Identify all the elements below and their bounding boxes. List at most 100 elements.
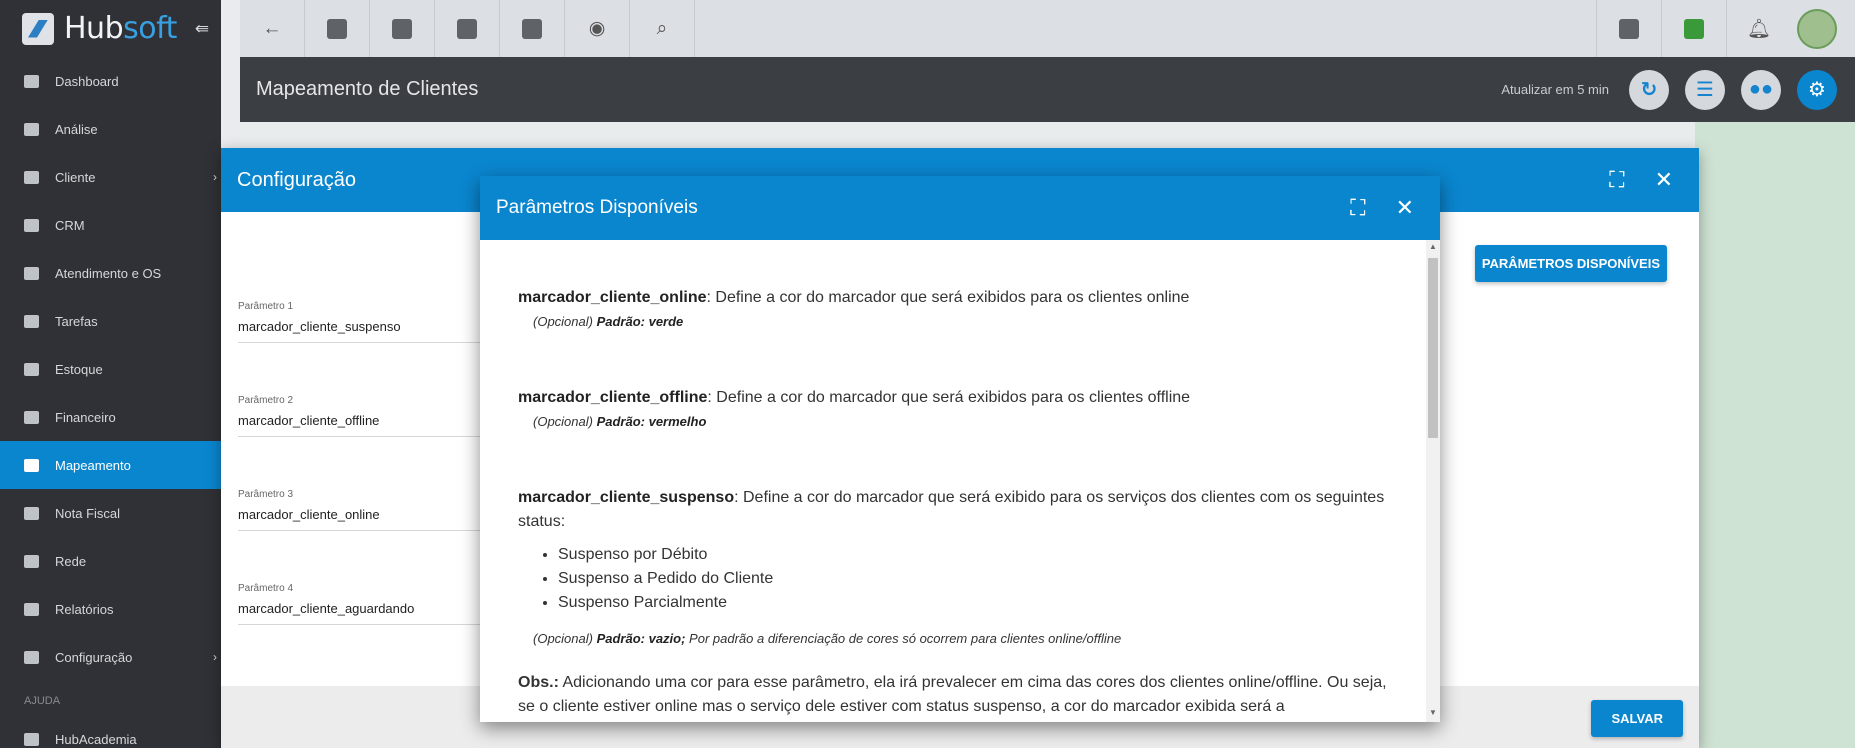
map-terrain [1695, 122, 1855, 748]
search-icon: ⌕ [656, 17, 668, 39]
refresh-interval-select[interactable]: Atualizar em 5 min [1501, 82, 1609, 97]
sidebar-item-tarefas[interactable]: Tarefas [0, 297, 221, 345]
save-button[interactable]: SALVAR [1591, 700, 1683, 737]
fullscreen-icon[interactable]: ⛶ [1609, 167, 1624, 193]
view-button[interactable]: ◉ [565, 0, 630, 57]
list-item: Suspenso a Pedido do Cliente [558, 567, 1388, 591]
sidebar-section-help: AJUDA [24, 695, 61, 707]
status-list: Suspenso por Débito Suspenso a Pedido do… [558, 543, 1388, 615]
param-input[interactable]: marcador_cliente_suspenso [238, 319, 498, 343]
logo-bar: Hubsoft ⇚ [0, 0, 221, 57]
user-avatar[interactable] [1797, 8, 1837, 49]
terminal-button[interactable] [500, 0, 565, 57]
finance-button[interactable] [435, 0, 500, 57]
sidebar-item-relatorios[interactable]: Relatórios [0, 585, 221, 633]
back-button[interactable]: ← [240, 0, 305, 57]
sidebar-item-configuracao[interactable]: Configuração › [0, 633, 221, 681]
sidebar-item-dashboard[interactable]: Dashboard [0, 57, 221, 105]
sidebar-item-nota-fiscal[interactable]: Nota Fiscal [0, 489, 221, 537]
calendar-clock-icon [392, 18, 412, 39]
params-modal-title: Parâmetros Disponíveis [496, 197, 698, 218]
top-toolbar: ← ◉ ⌕ 🔔︎ [240, 0, 1855, 57]
settings-button[interactable]: ⚙ [1797, 69, 1837, 110]
param-field-2[interactable]: Parâmetro 2 marcador_cliente_offline [238, 395, 498, 437]
chat-button[interactable] [1661, 0, 1726, 57]
params-modal-body: marcador_cliente_online: Define a cor do… [480, 240, 1426, 722]
pdf-file-icon [1619, 18, 1639, 39]
dollar-icon [457, 18, 477, 39]
users-icon: ●● [1748, 78, 1774, 100]
sidebar-item-mapeamento[interactable]: Mapeamento [0, 441, 221, 489]
param-doc-default: (Opcional) Padrão: vermelho [533, 414, 707, 429]
tasks-icon [24, 314, 39, 328]
sidebar-item-financeiro[interactable]: Financeiro [0, 393, 221, 441]
sidebar-item-label: HubAcademia [55, 731, 137, 747]
contact-card-button[interactable] [305, 0, 370, 57]
box-icon [24, 362, 39, 376]
scroll-down-icon[interactable]: ▼ [1426, 708, 1440, 720]
academy-icon [24, 732, 39, 746]
calendar-clock-icon [24, 266, 39, 280]
params-modal-header: Parâmetros Disponíveis ⛶ ✕ [480, 176, 1440, 240]
sidebar-item-label: Relatórios [55, 601, 114, 617]
sidebar-item-cliente[interactable]: Cliente › [0, 153, 221, 201]
available-params-button[interactable]: PARÂMETROS DISPONÍVEIS [1474, 245, 1667, 282]
users-button[interactable]: ●● [1741, 69, 1781, 110]
bell-icon: 🔔︎ [1746, 18, 1772, 40]
pdf-button[interactable] [1596, 0, 1661, 57]
param-doc-default: (Opcional) Padrão: verde [533, 314, 684, 329]
param-label: Parâmetro 1 [238, 301, 294, 312]
collapse-sidebar-icon[interactable]: ⇚ [195, 19, 209, 39]
config-modal-actions: ⛶ ✕ [1609, 167, 1673, 193]
close-icon[interactable]: ✕ [1396, 195, 1414, 221]
list-view-button[interactable]: ☰ [1685, 69, 1725, 110]
sidebar-item-estoque[interactable]: Estoque [0, 345, 221, 393]
param-label: Parâmetro 4 [238, 583, 294, 594]
map-pin-icon [24, 458, 39, 472]
param-field-4[interactable]: Parâmetro 4 marcador_cliente_aguardando [238, 583, 498, 625]
brand-name: Hubsoft [64, 11, 177, 46]
terminal-icon [522, 18, 542, 39]
sidebar-item-analise[interactable]: Análise [0, 105, 221, 153]
notifications-button[interactable]: 🔔︎ [1726, 0, 1791, 57]
close-icon[interactable]: ✕ [1655, 167, 1673, 193]
sidebar-nav: Dashboard Análise Cliente › CRM Atendimen… [0, 57, 221, 681]
sidebar-item-label: Análise [55, 121, 98, 137]
param-input[interactable]: marcador_cliente_aguardando [238, 601, 498, 625]
page-header: Mapeamento de Clientes Atualizar em 5 mi… [240, 57, 1855, 122]
chevron-right-icon: › [213, 650, 217, 664]
param-label: Parâmetro 3 [238, 489, 294, 500]
sidebar-item-label: Rede [55, 553, 87, 569]
hubsoft-logo-icon [22, 12, 54, 45]
sidebar-item-crm[interactable]: CRM [0, 201, 221, 249]
fullscreen-icon[interactable]: ⛶ [1350, 195, 1365, 221]
params-modal-scrollbar[interactable]: ▲ ▼ [1426, 240, 1440, 722]
sidebar-item-rede[interactable]: Rede [0, 537, 221, 585]
sidebar-item-label: Financeiro [55, 409, 116, 425]
params-modal: Parâmetros Disponíveis ⛶ ✕ marcador_clie… [480, 176, 1440, 722]
sidebar-item-hubacademia[interactable]: HubAcademia [0, 715, 221, 748]
search-button[interactable]: ⌕ [630, 0, 695, 57]
list-item: Suspenso por Débito [558, 543, 1388, 567]
param-field-3[interactable]: Parâmetro 3 marcador_cliente_online [238, 489, 498, 531]
param-doc-name: marcador_cliente_suspenso [518, 489, 735, 506]
calendar-button[interactable] [370, 0, 435, 57]
param-label: Parâmetro 2 [238, 395, 294, 406]
scroll-up-icon[interactable]: ▲ [1426, 242, 1440, 254]
refresh-icon: ↻ [1640, 79, 1658, 101]
money-icon [24, 410, 39, 424]
param-input[interactable]: marcador_cliente_offline [238, 413, 498, 437]
refresh-button[interactable]: ↻ [1629, 69, 1669, 110]
scrollbar-thumb[interactable] [1428, 258, 1438, 438]
param-input[interactable]: marcador_cliente_online [238, 507, 498, 531]
param-doc-desc: : Define a cor do marcador que será exib… [706, 289, 1190, 306]
sidebar-item-atendimento[interactable]: Atendimento e OS [0, 249, 221, 297]
chart-pie-icon [24, 122, 39, 136]
gear-icon [24, 650, 39, 664]
sidebar-item-label: Atendimento e OS [55, 265, 162, 281]
param-field-1[interactable]: Parâmetro 1 marcador_cliente_suspenso [238, 301, 498, 343]
contact-card-icon [327, 18, 347, 39]
network-icon [24, 554, 39, 568]
config-modal-title: Configuração [237, 168, 356, 191]
list-item: Suspenso Parcialmente [558, 591, 1388, 615]
